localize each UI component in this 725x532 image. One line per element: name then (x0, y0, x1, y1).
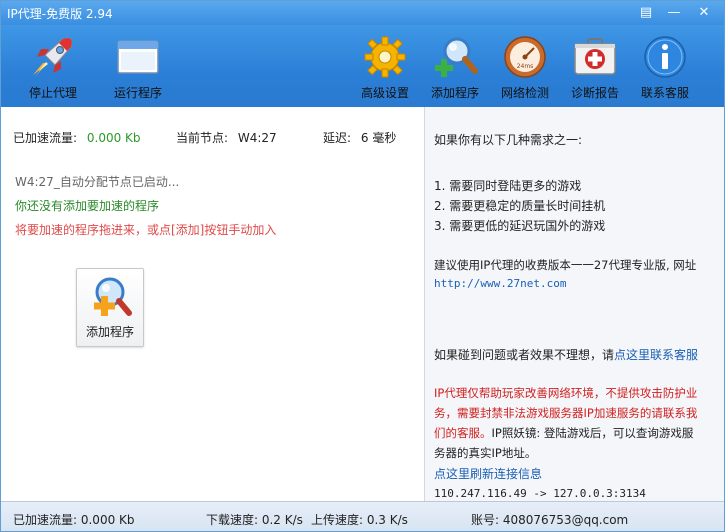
latency-value: 6 毫秒 (360, 131, 397, 145)
app-window: IP代理-免费版 2.94 ▤ — ✕ 停止代理 运行程序 高级设置 添加程序 … (0, 0, 725, 532)
accelerated-traffic-label: 已加速流量: (13, 131, 78, 145)
rocket-icon (33, 37, 73, 77)
add-program-toolbar-button[interactable]: 添加程序 (419, 31, 491, 103)
advanced-settings-button[interactable]: 高级设置 (349, 31, 421, 103)
title-bar[interactable]: IP代理-免费版 2.94 ▤ — ✕ (1, 1, 724, 25)
first-aid-kit-icon (574, 38, 616, 75)
menu-button[interactable]: ▤ (637, 4, 655, 22)
network-check-button[interactable]: 24ms 网络检测 (489, 31, 561, 103)
accelerated-traffic-stat: 已加速流量: 0.000 Kb (13, 129, 141, 146)
log-line-node-started: W4:27_自动分配节点已启动... (15, 175, 180, 189)
warning-line-2: 务，需要封禁非法游戏服务器IP加速服务的请联系我 (434, 406, 698, 420)
close-button[interactable]: ✕ (695, 4, 713, 22)
accelerated-traffic-value: 0.000 Kb (86, 131, 141, 145)
running-programs-label: 运行程序 (113, 86, 162, 100)
magnifier-plus-icon (94, 277, 132, 316)
gear-icon (364, 36, 406, 78)
magnifier-plus-icon (435, 37, 478, 77)
log-line-no-program: 你还没有添加要加速的程序 (15, 199, 160, 213)
diagnostic-report-label: 诊断报告 (570, 86, 619, 100)
log-line-drag-hint: 将要加速的程序拖进来，或点[添加]按钮手动加入 (15, 223, 277, 237)
window-icon (117, 40, 159, 74)
svg-text:24ms: 24ms (517, 63, 534, 70)
warning-line-3-red: 们的客服。 (434, 426, 492, 440)
right-info-pane: 如果你有以下几种需求之一: 1. 需要同时登陆更多的游戏 2. 需要更稳定的质量… (425, 107, 724, 501)
window-title: IP代理-免费版 2.94 (7, 7, 113, 21)
latency-label: 延迟: (323, 131, 352, 145)
status-download-speed: 下载速度: 0.2 K/s (206, 513, 303, 527)
info-icon (644, 36, 686, 78)
add-program-button[interactable]: 添加程序 (76, 268, 144, 347)
diagnostic-report-button[interactable]: 诊断报告 (559, 31, 631, 103)
status-account: 账号: 408076753@qq.com (471, 513, 629, 527)
contact-support-button[interactable]: 联系客服 (629, 31, 701, 103)
website-link[interactable]: http://www.27net.com (434, 277, 566, 290)
problem-text: 如果碰到问题或者效果不理想，请 (434, 348, 615, 362)
stop-proxy-button[interactable]: 停止代理 (17, 31, 89, 103)
needs-item-2: 2. 需要更稳定的质量长时间挂机 (434, 199, 606, 213)
needs-item-1: 1. 需要同时登陆更多的游戏 (434, 179, 582, 193)
toolbar: 停止代理 运行程序 高级设置 添加程序 24ms 网络检测 诊断报告 联系客服 (1, 25, 724, 107)
refresh-connection-link[interactable]: 点这里刷新连接信息 (434, 465, 542, 482)
contact-support-label: 联系客服 (640, 86, 689, 100)
needs-item-3: 3. 需要更低的延迟玩国外的游戏 (434, 219, 606, 233)
connection-info: 110.247.116.49 -> 127.0.0.3:3134 (434, 487, 646, 500)
current-node-label: 当前节点: (176, 131, 229, 145)
needs-intro: 如果你有以下几种需求之一: (434, 133, 583, 147)
advanced-settings-label: 高级设置 (360, 86, 409, 100)
status-accelerated: 已加速流量: 0.000 Kb (13, 513, 135, 527)
warning-line-4: 务器的真实IP地址。 (434, 446, 537, 460)
status-upload-speed: 上传速度: 0.3 K/s (311, 513, 408, 527)
current-node-value: W4:27 (237, 131, 277, 145)
speedometer-icon: 24ms (504, 36, 546, 78)
add-program-toolbar-label: 添加程序 (430, 86, 479, 100)
contact-support-link[interactable]: 点这里联系客服 (614, 348, 698, 362)
warning-line-3: 们的客服。IP照妖镜: 登陆游戏后，可以查询游戏服 (434, 425, 693, 441)
stop-proxy-label: 停止代理 (28, 86, 77, 100)
warning-line-1: IP代理仅帮助玩家改善网络环境，不提供攻击防护业 (434, 386, 698, 400)
running-programs-button[interactable]: 运行程序 (102, 31, 174, 103)
network-check-label: 网络检测 (500, 86, 549, 100)
status-bar: 已加速流量: 0.000 Kb 下载速度: 0.2 K/s 上传速度: 0.3 … (1, 501, 724, 531)
add-program-label: 添加程序 (85, 325, 134, 339)
main-area: 已加速流量: 0.000 Kb 当前节点: W4:27 延迟: 6 毫秒 W4:… (1, 107, 724, 501)
problem-row: 如果碰到问题或者效果不理想，请点这里联系客服 (434, 346, 698, 363)
ip-mirror-text: IP照妖镜: 登陆游戏后，可以查询游戏服 (491, 426, 694, 440)
minimize-button[interactable]: — (665, 4, 683, 22)
latency-stat: 延迟: 6 毫秒 (323, 129, 396, 146)
suggest-text: 建议使用IP代理的收费版本一一27代理专业版, 网址 (434, 258, 697, 272)
left-pane[interactable]: 已加速流量: 0.000 Kb 当前节点: W4:27 延迟: 6 毫秒 W4:… (1, 107, 424, 501)
current-node-stat: 当前节点: W4:27 (176, 129, 277, 146)
